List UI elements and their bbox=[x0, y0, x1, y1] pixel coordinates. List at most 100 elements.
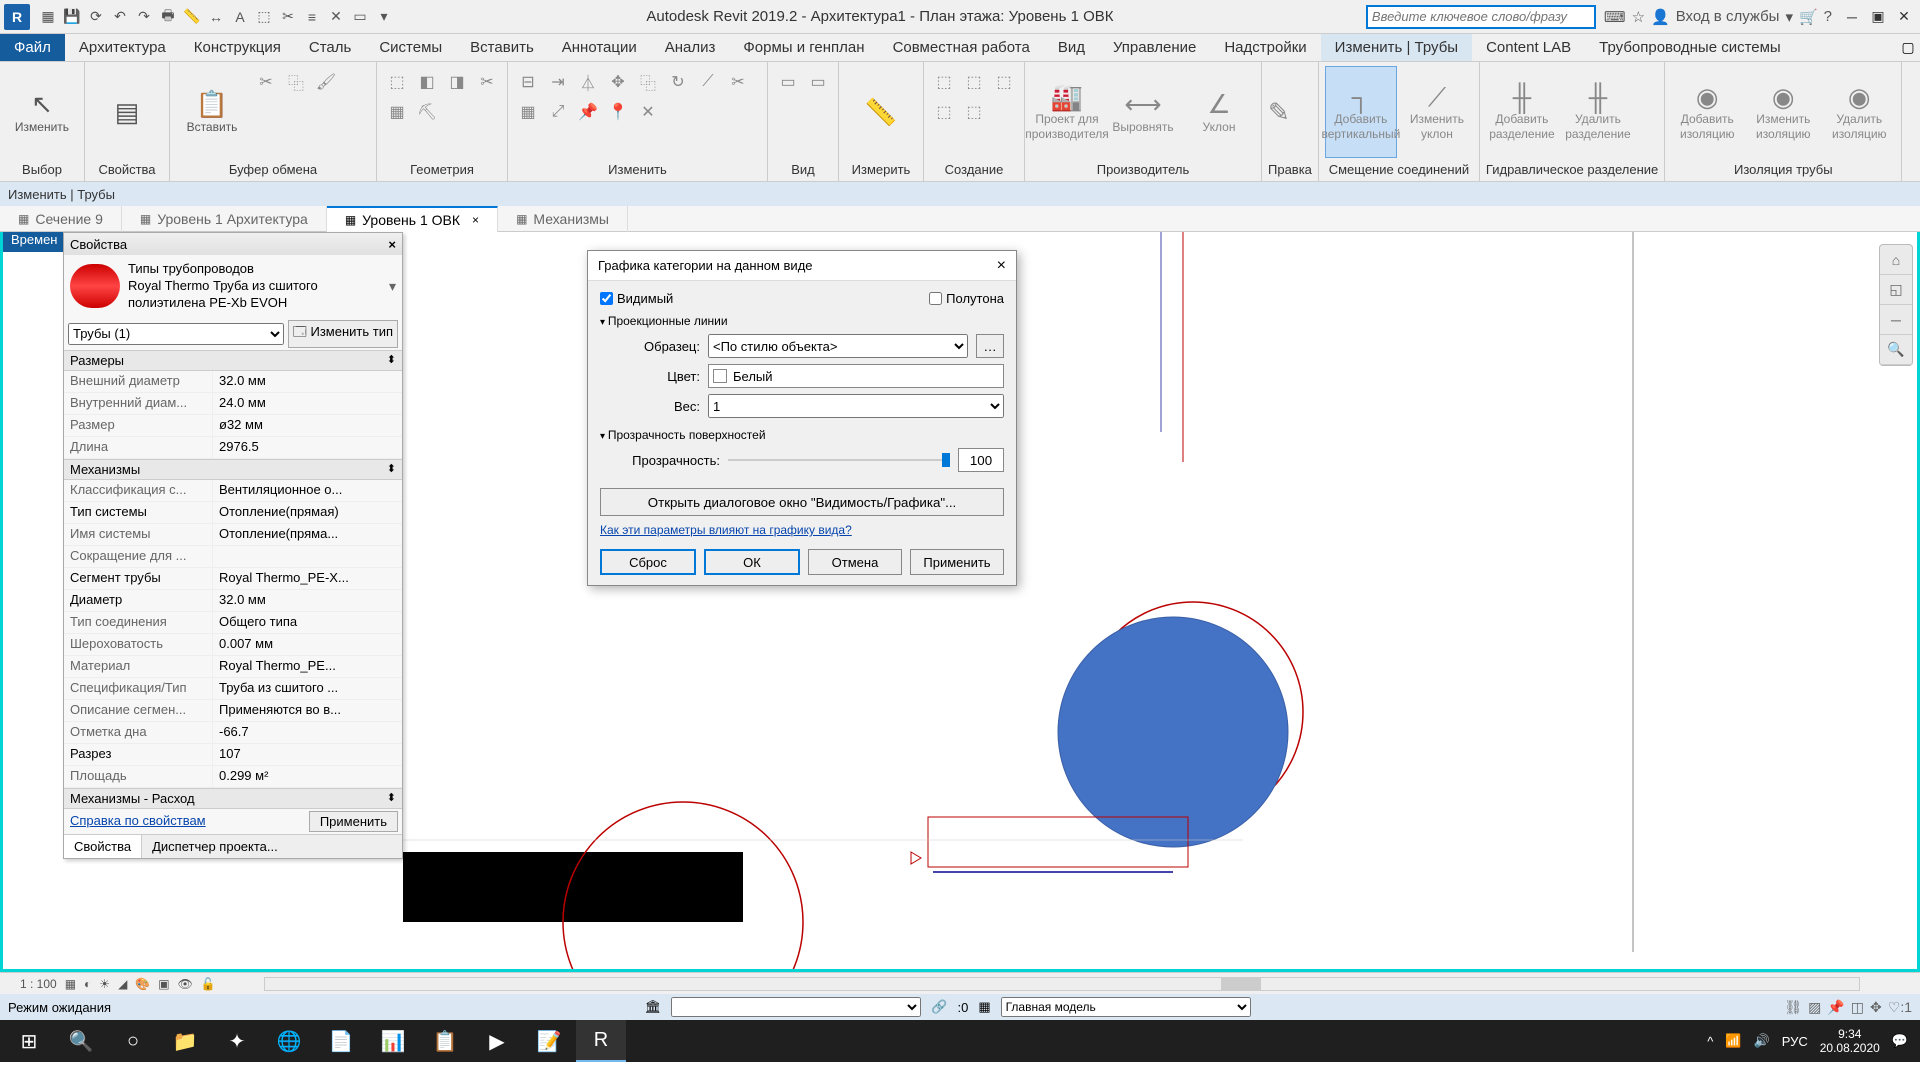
star-icon[interactable]: ☆ bbox=[1632, 8, 1645, 26]
remove-split-button[interactable]: ╫Удалитьразделение bbox=[1562, 66, 1634, 158]
apply-button[interactable]: Применить bbox=[910, 549, 1004, 575]
qat-redo-icon[interactable]: ↷ bbox=[134, 7, 154, 27]
qat-open-icon[interactable]: ▦ bbox=[38, 7, 58, 27]
app1-button[interactable]: ✦ bbox=[212, 1020, 262, 1062]
property-row[interactable]: Тип системыОтопление(прямая) bbox=[64, 502, 402, 524]
apply-properties-button[interactable]: Применить bbox=[309, 811, 398, 832]
menu-системы[interactable]: Системы bbox=[365, 34, 456, 61]
projection-lines-group[interactable]: Проекционные линии bbox=[600, 314, 1004, 328]
edit-icon[interactable]: ✎ bbox=[1268, 97, 1290, 128]
group-dimensions[interactable]: Размеры bbox=[70, 353, 124, 368]
help-link[interactable]: Как эти параметры влияют на графику вида… bbox=[600, 523, 852, 537]
volume-icon[interactable]: 🔊 bbox=[1754, 1033, 1770, 1049]
user-icon[interactable]: 👤 bbox=[1651, 8, 1670, 26]
cut-geom-icon[interactable]: ◧ bbox=[413, 68, 441, 96]
menu-изменить-|-трубы[interactable]: Изменить | Трубы bbox=[1321, 34, 1472, 61]
measure-button[interactable]: 📏 bbox=[845, 66, 917, 158]
transparency-input[interactable] bbox=[958, 448, 1004, 472]
color-picker[interactable]: Белый bbox=[708, 364, 1004, 388]
revit-taskbar-button[interactable]: R bbox=[576, 1020, 626, 1062]
menu-content-lab[interactable]: Content LAB bbox=[1472, 34, 1585, 61]
cancel-button[interactable]: Отмена bbox=[808, 549, 902, 575]
start-button[interactable]: ⊞ bbox=[4, 1020, 54, 1062]
qat-measure-icon[interactable]: 📏 bbox=[182, 7, 202, 27]
file-menu[interactable]: Файл bbox=[0, 34, 65, 61]
explorer-button[interactable]: 📁 bbox=[160, 1020, 210, 1062]
change-slope-button[interactable]: ⟋Изменитьуклон bbox=[1401, 66, 1473, 158]
qat-section-icon[interactable]: ✂ bbox=[278, 7, 298, 27]
reset-button[interactable]: Сброс bbox=[600, 549, 696, 575]
view-tab[interactable]: ▦Сечение 9 bbox=[0, 206, 122, 232]
trim-icon[interactable]: ⟋ bbox=[694, 68, 722, 96]
property-row[interactable]: Разрез107 bbox=[64, 744, 402, 766]
pattern-select[interactable]: <По стилю объекта> bbox=[708, 334, 968, 358]
qat-close-icon[interactable]: ✕ bbox=[326, 7, 346, 27]
cube-icon[interactable]: ◱ bbox=[1880, 275, 1912, 305]
hide-icon[interactable]: 👁 bbox=[178, 977, 193, 991]
surface-transparency-group[interactable]: Прозрачность поверхностей bbox=[600, 428, 1004, 442]
qat-save-icon[interactable]: 💾 bbox=[62, 7, 82, 27]
temp-panel-tab[interactable]: Времен bbox=[3, 232, 65, 252]
chrome-button[interactable]: 🌐 bbox=[264, 1020, 314, 1062]
menu-архитектура[interactable]: Архитектура bbox=[65, 34, 180, 61]
select-links-icon[interactable]: ⛓ bbox=[1784, 999, 1802, 1016]
app2-button[interactable]: 📋 bbox=[420, 1020, 470, 1062]
tab-project-browser[interactable]: Диспетчер проекта... bbox=[142, 835, 288, 858]
add-vertical-button[interactable]: ┐Добавитьвертикальный bbox=[1325, 66, 1397, 158]
qat-print-icon[interactable]: 🖶 bbox=[158, 7, 178, 27]
zoom-icon[interactable]: 🔍 bbox=[1880, 335, 1912, 365]
pattern-more-button[interactable]: … bbox=[976, 334, 1004, 358]
tab-close-icon[interactable]: × bbox=[472, 213, 479, 227]
editable-only-icon[interactable]: 🔗 bbox=[931, 999, 947, 1015]
move-icon[interactable]: ✥ bbox=[604, 68, 632, 96]
edit-type-button[interactable]: 🗔 Изменить тип bbox=[288, 320, 398, 348]
add-insulation-button[interactable]: ◉Добавитьизоляцию bbox=[1671, 66, 1743, 158]
type-selector[interactable]: Типы трубопроводовRoyal Thermo Труба из … bbox=[128, 261, 381, 312]
fabrication-button[interactable]: 🏭Проект дляпроизводителя bbox=[1031, 66, 1103, 158]
unpin-icon[interactable]: 📍 bbox=[604, 98, 632, 126]
cut-icon[interactable]: ✂ bbox=[252, 68, 280, 96]
wall-icon[interactable]: ▦ bbox=[383, 98, 411, 126]
justify-button[interactable]: ⟷Выровнять bbox=[1107, 66, 1179, 158]
shadow-icon[interactable]: ◢ bbox=[118, 977, 127, 991]
ok-button[interactable]: ОК bbox=[704, 549, 800, 575]
notifications-icon[interactable]: 💬 bbox=[1892, 1033, 1908, 1049]
qat-thin-icon[interactable]: ≡ bbox=[302, 7, 322, 27]
menu-сталь[interactable]: Сталь bbox=[295, 34, 365, 61]
design-option-select[interactable]: Главная модель bbox=[1001, 997, 1251, 1017]
pin-icon[interactable]: 📌 bbox=[574, 98, 602, 126]
property-row[interactable]: Сегмент трубыRoyal Thermo_PE-X... bbox=[64, 568, 402, 590]
edit-insulation-button[interactable]: ◉Изменитьизоляцию bbox=[1747, 66, 1819, 158]
delete-icon[interactable]: ✕ bbox=[634, 98, 662, 126]
drawing-area[interactable]: Времен Свойства × Типы трубопроводовRoyal… bbox=[0, 232, 1920, 972]
login-link[interactable]: Вход в службы bbox=[1676, 8, 1780, 25]
keyboard-icon[interactable]: ⌨ bbox=[1604, 8, 1626, 26]
home-icon[interactable]: ⌂ bbox=[1880, 245, 1912, 275]
menu-аннотации[interactable]: Аннотации bbox=[548, 34, 651, 61]
close-button[interactable]: ✕ bbox=[1892, 5, 1916, 29]
menu-конструкция[interactable]: Конструкция bbox=[180, 34, 295, 61]
render-icon[interactable]: 🎨 bbox=[135, 977, 150, 991]
wifi-icon[interactable]: 📶 bbox=[1725, 1033, 1741, 1049]
weight-select[interactable]: 1 bbox=[708, 394, 1004, 418]
wheel-icon[interactable]: ─ bbox=[1880, 305, 1912, 335]
excel-button[interactable]: 📊 bbox=[368, 1020, 418, 1062]
detail-icon[interactable]: ▦ bbox=[65, 977, 76, 991]
dialog-close-icon[interactable]: × bbox=[997, 257, 1006, 275]
property-row[interactable]: Диаметр32.0 мм bbox=[64, 590, 402, 612]
split-icon[interactable]: ✂ bbox=[473, 68, 501, 96]
qat-dim-icon[interactable]: ↔ bbox=[206, 7, 226, 27]
properties-button[interactable]: ▤ bbox=[91, 66, 163, 158]
view-tab[interactable]: ▦Уровень 1 ОВК× bbox=[327, 206, 498, 232]
type-dropdown-icon[interactable]: ▾ bbox=[389, 278, 396, 295]
qat-text-icon[interactable]: A bbox=[230, 7, 250, 27]
align-icon[interactable]: ⊟ bbox=[514, 68, 542, 96]
visible-checkbox[interactable]: Видимый bbox=[600, 291, 673, 306]
search-button[interactable]: 🔍 bbox=[56, 1020, 106, 1062]
filter-count[interactable]: ♡:1 bbox=[1888, 999, 1912, 1016]
menu-надстройки[interactable]: Надстройки bbox=[1210, 34, 1320, 61]
demo-icon[interactable]: ⛏ bbox=[413, 98, 441, 126]
chevron-down-icon[interactable]: ▾ bbox=[1785, 8, 1793, 26]
match-icon[interactable]: 🖌 bbox=[312, 68, 340, 96]
tab-properties[interactable]: Свойства bbox=[64, 835, 142, 858]
